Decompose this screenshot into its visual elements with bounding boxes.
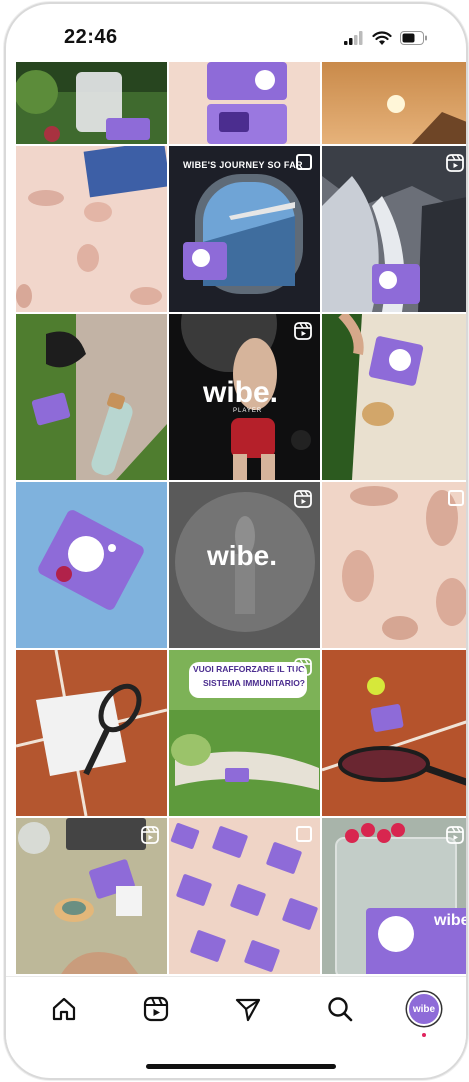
phone-frame: 22:46 WIBE'S JOURNEY SO FAR wibe. PLAYER… [4,2,468,1080]
wifi-icon [372,30,392,45]
post-tile[interactable] [16,650,167,816]
post-tile[interactable] [322,482,466,648]
reels-badge-icon [446,154,464,172]
post-caption-line2: SISTEMA IMMUNITARIO? [203,678,305,688]
post-tile[interactable] [16,482,167,648]
post-image [16,482,167,648]
multi-post-icon [448,490,464,506]
post-tile[interactable] [322,314,466,480]
post-caption-line1: VUOI RAFFORZARE IL TUO [193,664,305,674]
post-tile[interactable]: wibe. [169,482,320,648]
post-image [322,314,466,480]
post-image [169,62,320,144]
tab-search[interactable] [322,991,358,1027]
post-sub-text: PLAYER [233,408,263,414]
post-tile[interactable] [16,314,167,480]
search-icon [328,997,353,1022]
post-logo-text: wibe. [207,540,278,571]
multi-post-icon [296,826,312,842]
post-tile[interactable]: VUOI RAFFORZARE IL TUO SISTEMA IMMUNITAR… [169,650,320,816]
post-image [322,62,466,144]
battery-icon [400,31,427,45]
profile-avatar-label: wibe [412,1003,436,1015]
profile-avatar: wibe [407,992,441,1026]
tab-direct[interactable] [230,991,266,1027]
post-tile[interactable] [16,62,167,144]
post-tile[interactable] [169,62,320,144]
post-image [322,650,466,816]
post-logo-text: wibe. [203,376,279,409]
send-icon [235,998,261,1022]
status-bar: 22:46 [6,4,466,60]
post-tile[interactable]: wibe [322,818,468,974]
post-image [169,146,320,312]
post-tile[interactable] [16,146,167,312]
home-indicator [146,1064,336,1069]
signal-icon [344,31,363,45]
post-tile[interactable] [169,818,320,974]
tab-profile[interactable]: wibe [406,991,442,1037]
post-image [322,482,466,648]
tab-home[interactable] [46,991,82,1027]
status-time: 22:46 [64,26,118,48]
profile-post-grid: WIBE'S JOURNEY SO FAR wibe. PLAYER wibe.… [16,62,468,974]
multi-post-icon [296,154,312,170]
post-caption: WIBE'S JOURNEY SO FAR [183,160,303,170]
reels-badge-icon [446,826,464,844]
post-tile[interactable] [322,146,466,312]
post-tile[interactable] [16,818,167,974]
reels-badge-icon [294,490,312,508]
reels-badge-icon [294,322,312,340]
post-image [16,650,167,816]
reels-badge-icon [141,826,159,844]
status-icons [344,30,428,46]
bottom-tab-bar: wibe [6,976,466,1057]
tab-reels[interactable] [138,991,174,1027]
post-image [16,62,167,144]
post-tile[interactable]: WIBE'S JOURNEY SO FAR [169,146,320,312]
post-tile[interactable] [322,650,466,816]
post-tile[interactable] [322,62,466,144]
post-image [16,146,167,312]
post-tile[interactable]: wibe. PLAYER [169,314,320,480]
post-logo-text: wibe [434,912,468,929]
reels-badge-icon [294,658,312,676]
home-icon [52,997,76,1021]
notification-dot [422,1033,426,1037]
reels-icon [143,996,169,1022]
post-image [16,314,167,480]
